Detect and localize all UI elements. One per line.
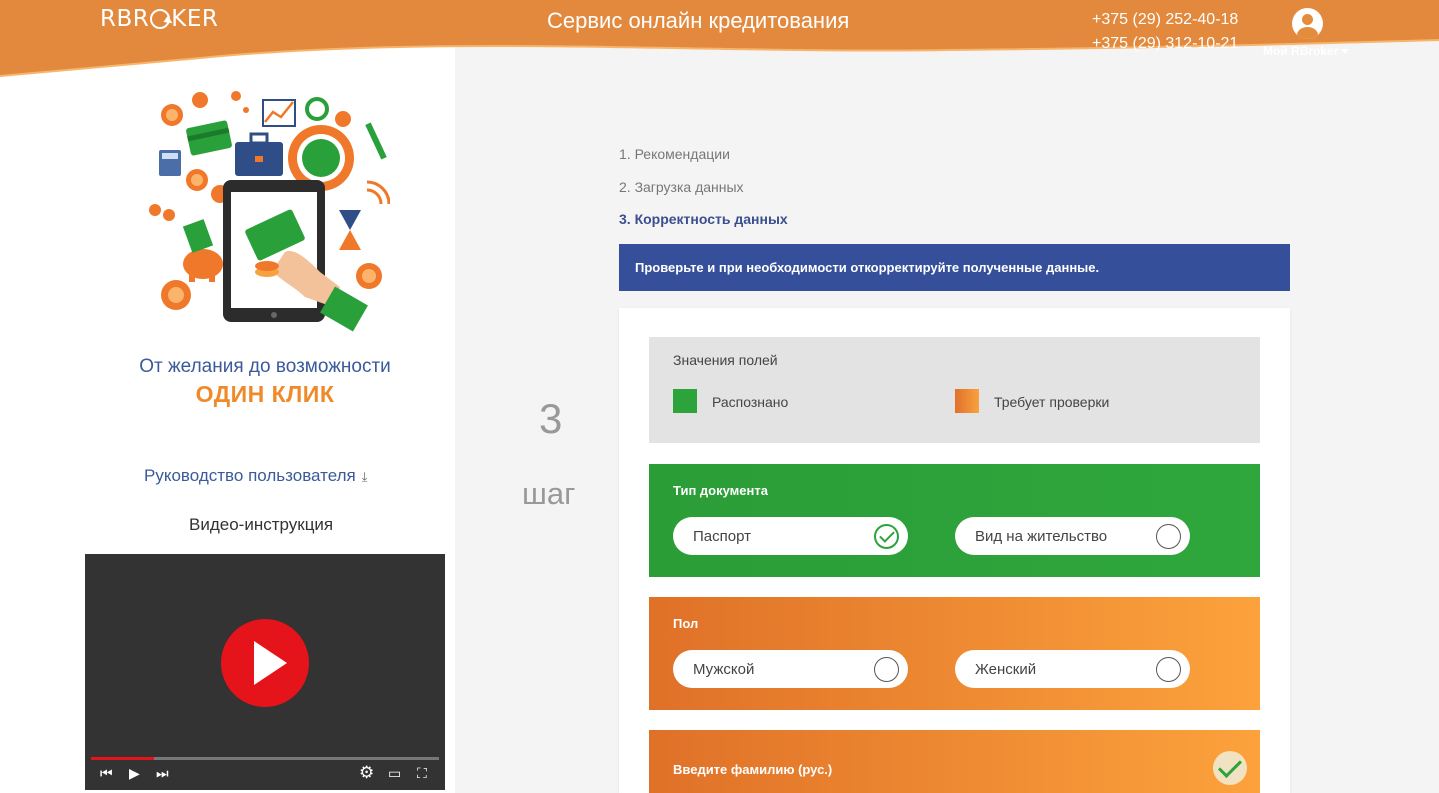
step-recommendations: 1. Рекомендации [619, 146, 730, 162]
settings-gear-icon[interactable]: ⚙ [359, 764, 374, 782]
surname-label: Введите фамилию (рус.) [673, 762, 833, 777]
user-guide-label: Руководство пользователя [144, 466, 356, 485]
radio-checked-icon[interactable] [874, 524, 899, 549]
needs-check-label: Требует проверки [994, 394, 1110, 410]
credit-illustration [149, 91, 390, 332]
option-residence-permit-label: Вид на жительство [975, 528, 1108, 545]
needs-check-swatch [955, 389, 979, 413]
phone-number-2[interactable]: +375 (29) 312-10-21 [1092, 35, 1238, 53]
radio-empty-icon[interactable] [874, 657, 899, 682]
option-male-label: Мужской [693, 661, 755, 678]
video-progress-fill [91, 757, 154, 760]
slogan-line2: ОДИН КЛИК [195, 381, 335, 407]
header: RBR KER Сервис онлайн кредитования +375 (… [0, 0, 1439, 82]
step-word: шаг [522, 476, 576, 511]
gender-label: Пол [673, 616, 699, 631]
legend-title: Значения полей [673, 352, 778, 368]
video-progress-bar[interactable] [91, 757, 439, 760]
step-number: 3 [539, 395, 563, 442]
play-button[interactable] [221, 619, 309, 707]
document-type-field: Тип документа Паспорт Вид на жительство [649, 464, 1260, 577]
user-avatar-icon[interactable] [1292, 8, 1323, 39]
gender-field: Пол Мужской Женский [649, 597, 1260, 710]
caret-down-icon [1341, 49, 1350, 54]
check-icon[interactable] [1213, 751, 1247, 785]
slogan-line1: От желания до возможности [139, 356, 391, 377]
document-type-label: Тип документа [673, 483, 768, 498]
skip-back-icon[interactable]: ⏮ [100, 764, 113, 782]
play-icon[interactable]: ▶ [129, 764, 140, 782]
fullscreen-icon[interactable]: ⛶ [417, 764, 427, 782]
option-passport[interactable]: Паспорт [673, 517, 908, 555]
option-female-label: Женский [975, 661, 1037, 678]
form-card: Значения полей Распознано Требует провер… [619, 308, 1290, 793]
field-legend: Значения полей Распознано Требует провер… [649, 337, 1260, 443]
step-data-upload: 2. Загрузка данных [619, 179, 744, 195]
site-title: Сервис онлайн кредитования [547, 8, 850, 33]
video-title: Видео-инструкция [189, 515, 334, 534]
option-passport-label: Паспорт [693, 528, 751, 545]
recognized-label: Распознано [712, 394, 789, 410]
phone-number-1[interactable]: +375 (29) 252-40-18 [1092, 11, 1238, 29]
step-data-correctness: 3. Корректность данных [619, 211, 788, 227]
user-guide-link[interactable]: Руководство пользователя ⤓ [144, 466, 367, 486]
video-player[interactable]: ⏮ ▶ ⏭ ⚙ ▭ ⛶ [85, 554, 445, 790]
recognized-swatch [673, 389, 697, 413]
logo-cursor-icon [150, 9, 171, 29]
option-male[interactable]: Мужской [673, 650, 908, 688]
option-female[interactable]: Женский [955, 650, 1190, 688]
option-residence-permit[interactable]: Вид на жительство [955, 517, 1190, 555]
account-menu[interactable]: Мой RBroker [1263, 44, 1350, 58]
surname-field: Введите фамилию (рус.) [649, 730, 1260, 793]
sidebar: От желания до возможности ОДИН КЛИК Руко… [0, 0, 455, 793]
skip-forward-icon[interactable]: ⏭ [156, 764, 169, 782]
notice-banner: Проверьте и при необходимости откорректи… [619, 244, 1290, 291]
download-icon: ⤓ [361, 469, 368, 484]
rbroker-logo[interactable]: RBR KER [100, 6, 218, 32]
radio-empty-icon[interactable] [1156, 524, 1181, 549]
radio-empty-icon[interactable] [1156, 657, 1181, 682]
account-menu-label: Мой RBroker [1263, 44, 1339, 58]
theater-mode-icon[interactable]: ▭ [388, 764, 401, 782]
